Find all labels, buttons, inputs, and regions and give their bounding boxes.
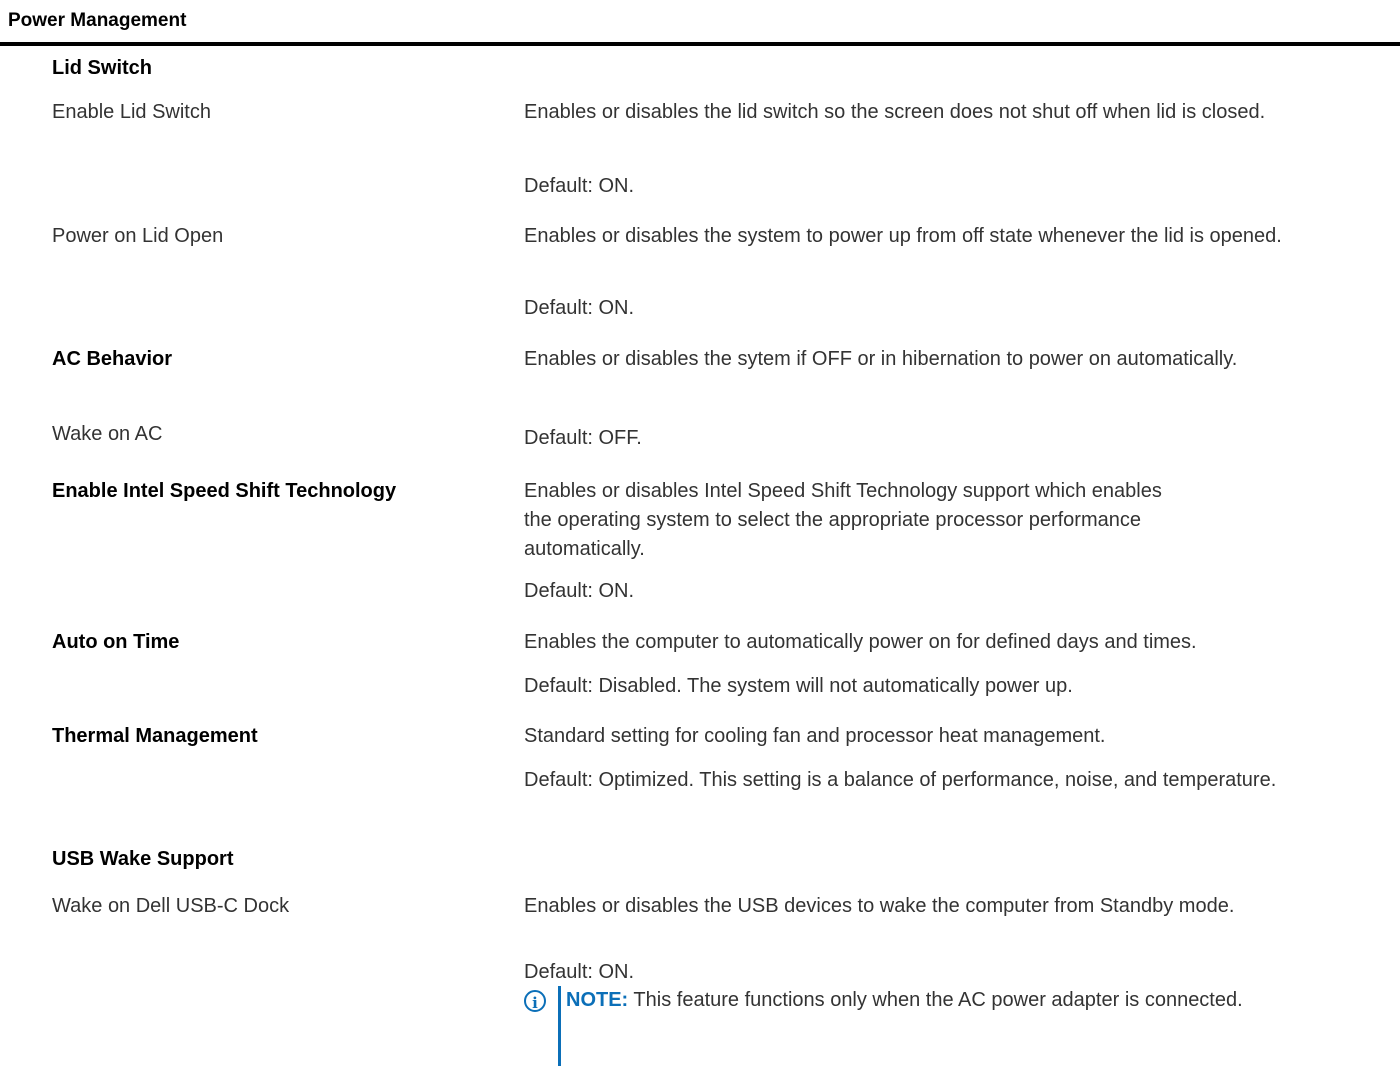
note-accent-bar xyxy=(558,986,561,1066)
option-description-wake-on-dock: Enables or disables the USB devices to w… xyxy=(524,895,1235,917)
page-title: Power Management xyxy=(8,10,187,31)
option-description-power-on-lid-open: Enables or disables the system to power … xyxy=(524,225,1282,247)
option-label-wake-on-ac: Wake on AC xyxy=(52,423,163,445)
section-heading-speed-shift: Enable Intel Speed Shift Technology xyxy=(52,480,397,502)
note-text: NOTE: This feature functions only when t… xyxy=(566,986,1366,1015)
section-heading-thermal: Thermal Management xyxy=(52,725,258,747)
option-label-enable-lid-switch: Enable Lid Switch xyxy=(52,101,211,123)
section-description-ac-behavior: Enables or disables the sytem if OFF or … xyxy=(524,348,1238,370)
info-icon: i xyxy=(524,990,546,1012)
section-heading-auto-on-time: Auto on Time xyxy=(52,631,180,653)
section-description-thermal: Standard setting for cooling fan and pro… xyxy=(524,725,1106,747)
section-default-auto-on-time: Default: Disabled. The system will not a… xyxy=(524,675,1073,697)
section-description-speed-shift-line-2: the operating system to select the appro… xyxy=(524,509,1141,531)
option-default-wake-on-ac: Default: OFF. xyxy=(524,427,642,449)
note-label: NOTE: xyxy=(566,989,629,1011)
option-label-power-on-lid-open: Power on Lid Open xyxy=(52,225,224,247)
option-default-power-on-lid-open: Default: ON. xyxy=(524,297,635,319)
section-heading-usb-wake: USB Wake Support xyxy=(52,848,234,870)
option-default-enable-lid-switch: Default: ON. xyxy=(524,175,635,197)
section-heading-ac-behavior: AC Behavior xyxy=(52,348,173,370)
page-header: Power Management xyxy=(0,0,1400,46)
section-heading-lid-switch: Lid Switch xyxy=(52,57,152,79)
note-box: i NOTE: This feature functions only when… xyxy=(524,986,1374,1066)
section-default-thermal: Default: Optimized. This setting is a ba… xyxy=(524,769,1277,791)
section-description-speed-shift-line-3: automatically. xyxy=(524,538,645,560)
option-label-wake-on-dock: Wake on Dell USB-C Dock xyxy=(52,895,290,917)
section-description-speed-shift-line-1: Enables or disables Intel Speed Shift Te… xyxy=(524,480,1162,502)
section-default-speed-shift: Default: ON. xyxy=(524,580,635,602)
option-description-enable-lid-switch: Enables or disables the lid switch so th… xyxy=(524,101,1266,123)
option-default-wake-on-dock: Default: ON. xyxy=(524,961,635,983)
section-description-auto-on-time: Enables the computer to automatically po… xyxy=(524,631,1197,653)
note-body: This feature functions only when the AC … xyxy=(633,989,1243,1011)
